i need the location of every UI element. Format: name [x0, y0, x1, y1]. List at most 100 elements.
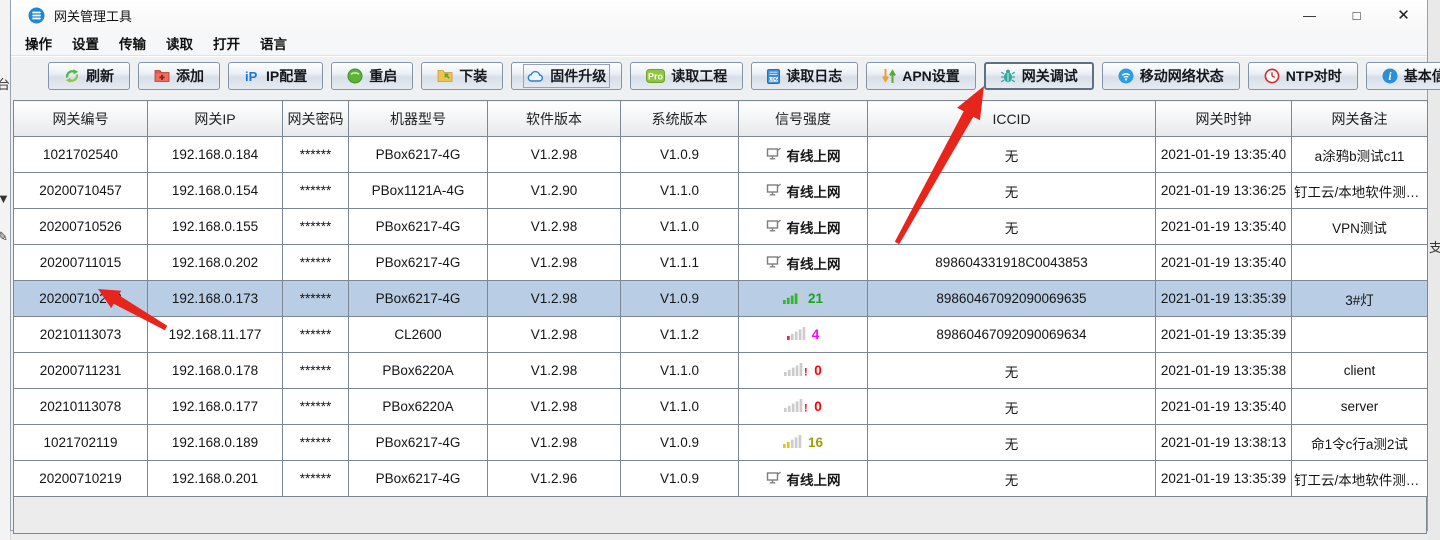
ip-config-button[interactable]: iP IP配置 [228, 62, 323, 90]
cell-gateway-id: 1021702540 [14, 137, 148, 173]
svg-text:iP: iP [245, 69, 258, 84]
cell-clock: 2021-01-19 13:38:13 [1156, 425, 1292, 461]
toolbar-button-label: 网关调试 [1022, 66, 1078, 86]
svg-text:!: ! [804, 366, 808, 376]
cell-password: ****** [283, 389, 349, 425]
clock-icon [1264, 68, 1280, 84]
cell-model: PBox6220A [349, 353, 488, 389]
table-row[interactable]: 20210113073192.168.11.177******CL2600V1.… [14, 317, 1428, 353]
titlebar: 网关管理工具 — □ ✕ [11, 0, 1427, 30]
wired-monitor-icon [766, 219, 782, 235]
cell-clock: 2021-01-19 13:36:25 [1156, 173, 1292, 209]
cell-signal: 有线上网 [739, 209, 868, 245]
table-row[interactable]: 20200710223192.168.0.173******PBox6217-4… [14, 281, 1428, 317]
cell-software-version: V1.2.98 [488, 317, 621, 353]
toolbar-button-label: 重启 [369, 66, 397, 86]
wired-network-label: 有线上网 [787, 145, 841, 165]
cell-gateway-id: 20210113078 [14, 389, 148, 425]
cell-model: PBox6217-4G [349, 425, 488, 461]
refresh-button[interactable]: 刷新 [48, 62, 130, 90]
maximize-button[interactable]: □ [1333, 0, 1380, 30]
gateway-debug-button[interactable]: 网关调试 [984, 62, 1094, 90]
cell-software-version: V1.2.98 [488, 353, 621, 389]
col-header-gateway-ip[interactable]: 网关IP [148, 101, 283, 137]
col-header-model[interactable]: 机器型号 [349, 101, 488, 137]
cell-gateway-ip: 192.168.0.177 [148, 389, 283, 425]
col-header-remark[interactable]: 网关备注 [1292, 101, 1428, 137]
toolbar-button-label: APN设置 [902, 66, 960, 86]
cell-model: CL2600 [349, 317, 488, 353]
wired-network-label: 有线上网 [787, 181, 841, 201]
cell-software-version: V1.2.96 [488, 461, 621, 497]
cell-model: PBox6217-4G [349, 281, 488, 317]
download-button[interactable]: 下装 [421, 62, 503, 90]
add-button[interactable]: 添加 [138, 62, 220, 90]
menu-language[interactable]: 语言 [250, 31, 297, 55]
minimize-button[interactable]: — [1286, 0, 1333, 30]
menu-open[interactable]: 打开 [203, 31, 250, 55]
cell-model: PBox6217-4G [349, 245, 488, 281]
toolbar-button-label: 移动网络状态 [1140, 66, 1224, 86]
table-row[interactable]: 20200710219192.168.0.201******PBox6217-4… [14, 461, 1428, 497]
cell-gateway-id: 20200710526 [14, 209, 148, 245]
svg-text:LOG: LOG [769, 76, 778, 81]
apn-settings-button[interactable]: APN设置 [866, 62, 976, 90]
cell-password: ****** [283, 209, 349, 245]
table-row[interactable]: 1021702540192.168.0.184******PBox6217-4G… [14, 137, 1428, 173]
cell-gateway-ip: 192.168.0.201 [148, 461, 283, 497]
signal-value: 0 [814, 399, 822, 414]
basic-info-button[interactable]: i基本信息 [1366, 62, 1440, 90]
cell-clock: 2021-01-19 13:35:38 [1156, 353, 1292, 389]
read-project-button[interactable]: Pro读取工程 [630, 62, 743, 90]
signal-value: 16 [808, 435, 823, 450]
wired-monitor-icon [766, 147, 782, 163]
ntp-sync-button[interactable]: NTP对时 [1248, 62, 1358, 90]
col-header-system-version[interactable]: 系统版本 [621, 101, 739, 137]
cell-system-version: V1.0.9 [621, 137, 739, 173]
menu-transfer[interactable]: 传输 [109, 31, 156, 55]
read-log-button[interactable]: LOG读取日志 [751, 62, 858, 90]
wired-monitor-icon [766, 183, 782, 199]
cell-gateway-ip: 192.168.0.173 [148, 281, 283, 317]
cell-clock: 2021-01-19 13:35:40 [1156, 389, 1292, 425]
col-header-iccid[interactable]: ICCID [868, 101, 1156, 137]
table-row[interactable]: 20200710526192.168.0.155******PBox6217-4… [14, 209, 1428, 245]
cell-gateway-ip: 192.168.0.155 [148, 209, 283, 245]
close-button[interactable]: ✕ [1380, 0, 1427, 30]
cell-iccid: 无 [868, 389, 1156, 425]
table-row[interactable]: 1021702119192.168.0.189******PBox6217-4G… [14, 425, 1428, 461]
signal-bars-icon: ! [784, 399, 809, 415]
cell-signal: 16 [739, 425, 868, 461]
col-header-password[interactable]: 网关密码 [283, 101, 349, 137]
cell-remark: 钉工云/本地软件测试勿... [1292, 173, 1428, 209]
table-row[interactable]: 20200711231192.168.0.178******PBox6220AV… [14, 353, 1428, 389]
cell-signal: !0 [739, 389, 868, 425]
col-header-gateway-id[interactable]: 网关编号 [14, 101, 148, 137]
table-row[interactable]: 20210113078192.168.0.177******PBox6220AV… [14, 389, 1428, 425]
cell-remark: 3#灯 [1292, 281, 1428, 317]
cell-gateway-ip: 192.168.0.189 [148, 425, 283, 461]
table-row[interactable]: 20200710457192.168.0.154******PBox1121A-… [14, 173, 1428, 209]
cell-remark [1292, 317, 1428, 353]
menu-settings[interactable]: 设置 [62, 31, 109, 55]
ip-icon: iP [244, 68, 260, 84]
app-window: 网关管理工具 — □ ✕ 操作设置传输读取打开语言 刷新 添加 iP IP配置 重启 下装… [10, 0, 1428, 531]
menubar: 操作设置传输读取打开语言 [11, 30, 1427, 56]
toolbar-button-label: 下装 [459, 66, 487, 86]
col-header-software-version[interactable]: 软件版本 [488, 101, 621, 137]
cell-software-version: V1.2.98 [488, 245, 621, 281]
col-header-clock[interactable]: 网关时钟 [1156, 101, 1292, 137]
menu-read[interactable]: 读取 [156, 31, 203, 55]
cell-signal: 有线上网 [739, 173, 868, 209]
table-row[interactable]: 20200711015192.168.0.202******PBox6217-4… [14, 245, 1428, 281]
menu-operation[interactable]: 操作 [15, 31, 62, 55]
cell-signal: 有线上网 [739, 137, 868, 173]
cell-gateway-id: 20210113073 [14, 317, 148, 353]
toolbar-button-label: IP配置 [266, 66, 307, 86]
cell-clock: 2021-01-19 13:35:40 [1156, 137, 1292, 173]
mobile-network-status-button[interactable]: 移动网络状态 [1102, 62, 1240, 90]
col-header-signal[interactable]: 信号强度 [739, 101, 868, 137]
firmware-upgrade-button[interactable]: 固件升级 [511, 62, 622, 90]
toolbar-button-label: 刷新 [86, 66, 114, 86]
restart-button[interactable]: 重启 [331, 62, 413, 90]
